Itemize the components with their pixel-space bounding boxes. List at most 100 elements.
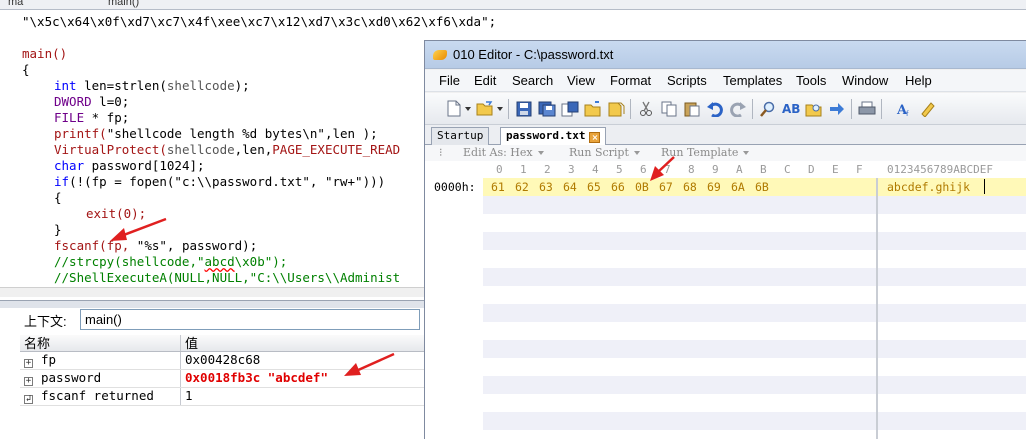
- code-line: DWORD l=0;: [54, 94, 130, 109]
- function-combo[interactable]: main(): [108, 0, 139, 8]
- menu-templates[interactable]: Templates: [723, 73, 782, 88]
- hex-editor-window: 010 Editor - C:\password.txt File Edit S…: [424, 40, 1026, 439]
- hex-byte[interactable]: 66: [611, 180, 625, 194]
- svg-text:AB: AB: [782, 102, 800, 116]
- splitter[interactable]: [0, 301, 424, 308]
- save-icon[interactable]: [513, 98, 534, 119]
- hex-bytes-pane[interactable]: [483, 178, 876, 439]
- open-recent-icon[interactable]: [582, 98, 603, 119]
- tab-startup[interactable]: Startup: [431, 127, 490, 145]
- hex-byte[interactable]: 6A: [731, 180, 745, 194]
- hex-col-label: 8: [688, 163, 695, 176]
- local-value: 0x0018fb3c "abcdef": [185, 370, 328, 385]
- code-line: int len=strlen(shellcode);: [54, 78, 250, 93]
- hex-byte[interactable]: 0B: [635, 180, 649, 194]
- replace-icon[interactable]: AB: [780, 98, 801, 119]
- row-address: 0000h:: [434, 180, 476, 194]
- table-row[interactable]: + password 0x0018fb3c "abcdef": [20, 370, 424, 388]
- menu-search[interactable]: Search: [512, 73, 553, 88]
- hex-byte[interactable]: 68: [683, 180, 697, 194]
- result-icon: ↲: [24, 394, 33, 404]
- menu-view[interactable]: View: [567, 73, 595, 88]
- column-header-name[interactable]: 名称: [24, 335, 178, 352]
- text-row-content[interactable]: abcdef.ghijk: [887, 180, 970, 194]
- find-in-files-icon[interactable]: [803, 98, 824, 119]
- hex-view[interactable]: 0000h: 61 62 63 64 65 66 0B 67 68 69 6A …: [425, 178, 1026, 439]
- table-row[interactable]: ↲ fscanf returned 1: [20, 388, 424, 406]
- open-dropdown-icon[interactable]: [497, 107, 503, 111]
- menu-scripts[interactable]: Scripts: [667, 73, 707, 88]
- menu-format[interactable]: Format: [610, 73, 651, 88]
- close-files-icon[interactable]: [605, 98, 626, 119]
- context-combo[interactable]: main(): [80, 309, 420, 330]
- hex-byte[interactable]: 64: [563, 180, 577, 194]
- code-line: //strcpy(shellcode,"abcd\x0b");: [54, 254, 288, 269]
- ide-navigation-bar: ma main(): [0, 0, 1026, 10]
- redo-icon[interactable]: [727, 98, 748, 119]
- menu-help[interactable]: Help: [905, 73, 932, 88]
- toolbar-separator: [851, 99, 852, 119]
- hex-byte[interactable]: 63: [539, 180, 553, 194]
- paste-icon[interactable]: [681, 98, 702, 119]
- find-icon[interactable]: [757, 98, 778, 119]
- toolbar-separator: [508, 99, 509, 119]
- local-value: 0x00428c68: [185, 352, 261, 367]
- locals-table: 名称 值 + fp 0x00428c68 + password 0x0018fb3c…: [20, 335, 424, 406]
- locals-header: 名称 值: [20, 335, 424, 352]
- text-pane[interactable]: [878, 178, 1026, 439]
- code-horizontal-scrollbar[interactable]: [0, 287, 424, 297]
- new-dropdown-icon[interactable]: [465, 107, 471, 111]
- font-icon[interactable]: Af: [893, 98, 914, 119]
- hex-col-label: 7: [664, 163, 671, 176]
- window-title: 010 Editor - C:\password.txt: [453, 47, 614, 62]
- window-titlebar[interactable]: 010 Editor - C:\password.txt: [425, 41, 1026, 69]
- hex-col-label: 6: [640, 163, 647, 176]
- hex-byte[interactable]: 61: [491, 180, 505, 194]
- save-all-icon[interactable]: [559, 98, 580, 119]
- hex-col-label: 9: [712, 163, 719, 176]
- new-file-icon[interactable]: [443, 98, 464, 119]
- hex-byte[interactable]: 62: [515, 180, 529, 194]
- edit-as-dropdown[interactable]: Edit As: Hex: [463, 146, 544, 159]
- menu-edit[interactable]: Edit: [474, 73, 496, 88]
- hex-byte[interactable]: 67: [659, 180, 673, 194]
- tab-password-txt[interactable]: password.txt ×: [500, 127, 607, 146]
- code-line: exit(0);: [86, 206, 147, 221]
- undo-icon[interactable]: [704, 98, 725, 119]
- menu-file[interactable]: File: [439, 73, 460, 88]
- hex-col-label: 4: [592, 163, 599, 176]
- print-icon[interactable]: [856, 98, 877, 119]
- code-line: {: [22, 62, 30, 77]
- hex-byte[interactable]: 69: [707, 180, 721, 194]
- code-line: char password[1024];: [54, 158, 205, 173]
- hex-col-label: F: [856, 163, 863, 176]
- column-header-value[interactable]: 值: [180, 335, 424, 351]
- code-line: }: [54, 222, 62, 237]
- address-column: 0000h:: [425, 178, 483, 439]
- menu-tools[interactable]: Tools: [796, 73, 826, 88]
- menu-window[interactable]: Window: [842, 73, 888, 88]
- scope-combo[interactable]: ma: [8, 0, 23, 8]
- code-line: if(!(fp = fopen("c:\\password.txt", "rw+…: [54, 174, 386, 189]
- expand-icon[interactable]: +: [24, 359, 33, 368]
- run-script-dropdown[interactable]: Run Script: [569, 146, 640, 159]
- hex-row[interactable]: 61 62 63 64 65 66 0B 67 68 69 6A 6B: [483, 178, 876, 196]
- save-as-icon[interactable]: [536, 98, 557, 119]
- expand-icon[interactable]: +: [24, 377, 33, 386]
- hex-subtoolbar: ⁝ Edit As: Hex Run Script Run Template: [425, 145, 1026, 161]
- code-line: fscanf(fp, "%s", password);: [54, 238, 258, 253]
- context-label: 上下文:: [24, 314, 67, 329]
- hex-byte[interactable]: 6B: [755, 180, 769, 194]
- open-folder-icon[interactable]: [474, 98, 495, 119]
- highlight-icon[interactable]: [916, 98, 937, 119]
- hex-col-label: 1: [520, 163, 527, 176]
- run-template-dropdown[interactable]: Run Template: [661, 146, 750, 159]
- close-icon[interactable]: ×: [589, 132, 601, 143]
- code-line: //ShellExecuteA(NULL,NULL,"C:\\Users\\Ad…: [54, 270, 401, 285]
- goto-icon[interactable]: [826, 98, 847, 119]
- cut-icon[interactable]: [635, 98, 656, 119]
- code-line: main(): [22, 46, 68, 61]
- hex-byte[interactable]: 65: [587, 180, 601, 194]
- copy-icon[interactable]: [658, 98, 679, 119]
- table-row[interactable]: + fp 0x00428c68: [20, 352, 424, 370]
